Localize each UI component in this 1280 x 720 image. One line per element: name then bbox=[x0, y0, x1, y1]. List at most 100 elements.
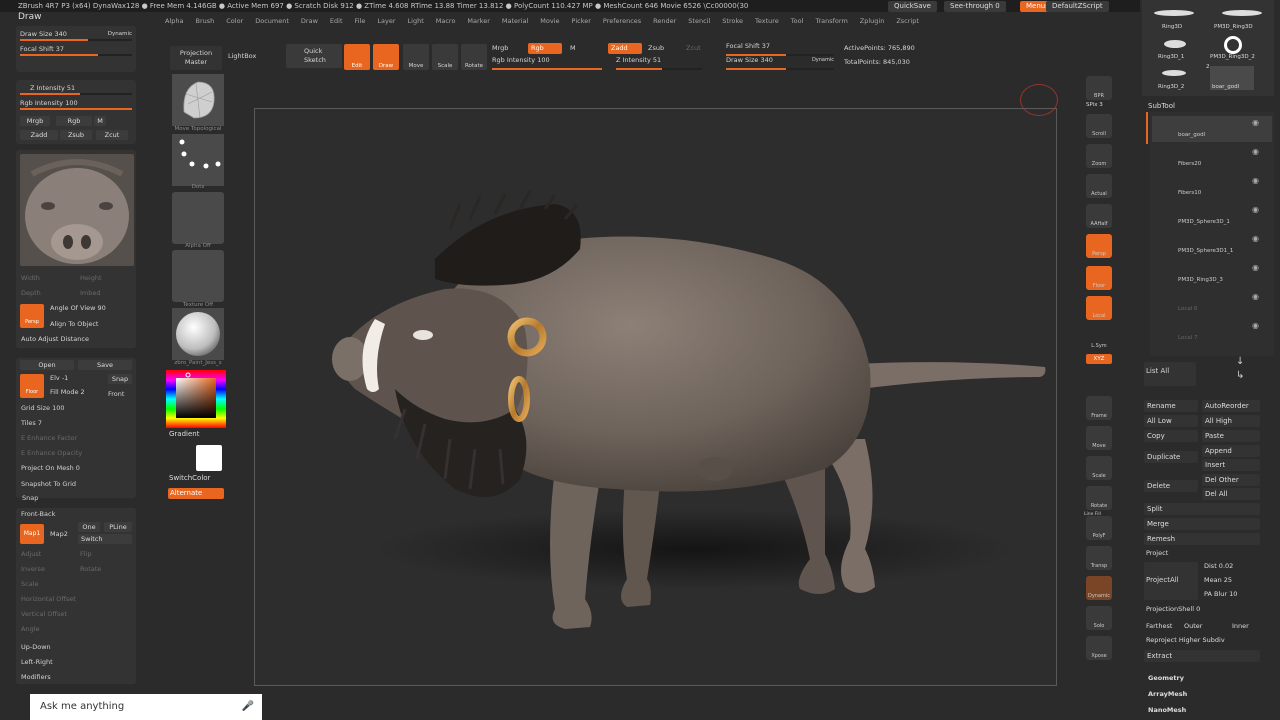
visibility-eye-icon[interactable]: ◉ bbox=[1252, 118, 1259, 127]
open-button[interactable]: Open bbox=[20, 360, 74, 370]
save-button[interactable]: Save bbox=[78, 360, 132, 370]
toolbar-mrgb-button[interactable]: Mrgb bbox=[492, 44, 508, 52]
project-on-mesh-slider[interactable]: Project On Mesh 0 bbox=[21, 462, 80, 474]
enhance-factor-slider[interactable]: E Enhance Factor bbox=[21, 432, 77, 444]
visibility-eye-icon[interactable]: ◉ bbox=[1252, 147, 1259, 156]
xyz-toggle[interactable]: XYZ bbox=[1086, 354, 1112, 364]
menu-brush[interactable]: Brush bbox=[195, 17, 214, 25]
draw-size-slider[interactable]: Draw Size 340 Dynamic bbox=[20, 29, 132, 41]
menu-tool[interactable]: Tool bbox=[791, 17, 804, 25]
vertical-offset-slider[interactable]: Vertical Offset bbox=[21, 608, 67, 620]
dist-slider[interactable]: Dist 0.02 bbox=[1204, 562, 1233, 570]
frame-button[interactable]: Frame bbox=[1086, 396, 1112, 420]
move-view-button[interactable]: Move bbox=[1086, 426, 1112, 450]
dynamic-button[interactable]: Dynamic bbox=[1086, 576, 1112, 600]
scale-slider[interactable]: Scale bbox=[21, 578, 39, 590]
autoreorder-button[interactable]: AutoReorder bbox=[1202, 400, 1260, 412]
spix-slider[interactable]: SPix 3 bbox=[1086, 102, 1103, 108]
visibility-eye-icon[interactable]: ◉ bbox=[1252, 176, 1259, 185]
visibility-eye-icon[interactable]: ◉ bbox=[1252, 263, 1259, 272]
rotate-button[interactable]: Rotate bbox=[80, 563, 101, 575]
ring3d-2-label[interactable]: Ring3D_2 bbox=[1158, 84, 1184, 90]
menu-file[interactable]: File bbox=[355, 17, 366, 25]
subtool-item[interactable]: boar_godl ◉ bbox=[1152, 116, 1272, 142]
menu-stroke[interactable]: Stroke bbox=[722, 17, 743, 25]
scale-button[interactable]: Scale bbox=[432, 44, 458, 70]
geometry-menu[interactable]: Geometry bbox=[1148, 674, 1184, 682]
boar-face-preview-image[interactable] bbox=[20, 154, 134, 266]
reproject-higher-subdiv-button[interactable]: Reproject Higher Subdiv bbox=[1146, 636, 1225, 644]
microphone-icon[interactable]: 🎤 bbox=[242, 694, 254, 720]
boar-godl-label[interactable]: boar_godl bbox=[1212, 84, 1239, 90]
map1-button[interactable]: Map1 bbox=[20, 524, 44, 544]
toolbar-rgb-intensity-slider[interactable]: Rgb Intensity 100 bbox=[492, 56, 602, 70]
toolbar-zcut-button[interactable]: Zcut bbox=[686, 44, 701, 52]
m-button[interactable]: M bbox=[94, 116, 106, 126]
menu-transform[interactable]: Transform bbox=[815, 17, 847, 25]
see-through-slider[interactable]: See-through 0 bbox=[944, 1, 1006, 12]
toolbar-focal-shift-slider[interactable]: Focal Shift 37 bbox=[726, 42, 834, 56]
split-button[interactable]: Split bbox=[1144, 503, 1260, 515]
subtool-item[interactable]: Fibers10 ◉ bbox=[1152, 174, 1272, 200]
rotate-view-button[interactable]: Rotate bbox=[1086, 486, 1112, 510]
bpr-button[interactable]: BPR bbox=[1086, 76, 1112, 100]
copy-button[interactable]: Copy bbox=[1144, 430, 1198, 442]
menu-movie[interactable]: Movie bbox=[540, 17, 559, 25]
cortana-search-box[interactable]: Ask me anything 🎤 bbox=[30, 694, 262, 720]
menu-macro[interactable]: Macro bbox=[436, 17, 456, 25]
secondary-color-swatch[interactable] bbox=[196, 445, 222, 471]
transp-button[interactable]: Transp bbox=[1086, 546, 1112, 570]
zoom-button[interactable]: Zoom bbox=[1086, 144, 1112, 168]
menu-color[interactable]: Color bbox=[226, 17, 243, 25]
subtool-item[interactable]: Local 6 ◉ bbox=[1152, 290, 1272, 316]
outer-button[interactable]: Outer bbox=[1184, 622, 1202, 630]
projectall-button[interactable]: ProjectAll bbox=[1144, 562, 1198, 600]
rotate-button[interactable]: Rotate bbox=[461, 44, 487, 70]
focal-shift-slider[interactable]: Focal Shift 37 bbox=[20, 44, 132, 56]
map2-button[interactable]: Map2 bbox=[50, 528, 68, 540]
subtool-item[interactable]: PM3D_Sphere3D1_1 ◉ bbox=[1152, 232, 1272, 258]
duplicate-button[interactable]: Duplicate bbox=[1144, 451, 1198, 463]
toolbar-draw-size-slider[interactable]: Draw Size 340 Dynamic bbox=[726, 56, 834, 70]
width-label[interactable]: Width bbox=[21, 272, 40, 284]
alternate-button[interactable]: Alternate bbox=[168, 488, 224, 499]
menu-layer[interactable]: Layer bbox=[377, 17, 395, 25]
menu-texture[interactable]: Texture bbox=[755, 17, 779, 25]
default-zscript-button[interactable]: DefaultZScript bbox=[1046, 1, 1109, 12]
all-high-button[interactable]: All High bbox=[1202, 415, 1260, 427]
mean-slider[interactable]: Mean 25 bbox=[1204, 576, 1232, 584]
pm3d-ring3d-label[interactable]: PM3D_Ring3D bbox=[1214, 24, 1253, 30]
delete-button[interactable]: Delete bbox=[1144, 480, 1198, 492]
front-back-title[interactable]: Front-Back bbox=[21, 508, 55, 520]
menu-edit[interactable]: Edit bbox=[330, 17, 343, 25]
snapshot-to-grid-button[interactable]: Snapshot To Grid bbox=[21, 478, 76, 490]
floor-toggle[interactable]: Floor bbox=[1086, 266, 1112, 290]
visibility-eye-icon[interactable]: ◉ bbox=[1252, 321, 1259, 330]
alpha-thumbnail[interactable] bbox=[172, 192, 224, 244]
arrow-down-icon[interactable]: ↓ bbox=[1236, 356, 1244, 367]
arraymesh-menu[interactable]: ArrayMesh bbox=[1148, 690, 1187, 698]
brush-thumbnail[interactable] bbox=[172, 74, 224, 126]
quick-sketch-button[interactable]: Quick Sketch bbox=[286, 44, 342, 68]
ring3d-2-thumb-icon[interactable] bbox=[1162, 70, 1186, 76]
pline-button[interactable]: PLine bbox=[104, 522, 132, 532]
local-toggle[interactable]: Local bbox=[1086, 296, 1112, 320]
switchcolor-button[interactable]: SwitchColor bbox=[169, 474, 210, 482]
farthest-button[interactable]: Farthest bbox=[1146, 622, 1172, 630]
depth-label[interactable]: Depth bbox=[21, 287, 41, 299]
menu-render[interactable]: Render bbox=[653, 17, 676, 25]
rgb-button[interactable]: Rgb bbox=[56, 116, 92, 126]
stroke-thumbnail[interactable] bbox=[172, 134, 224, 186]
projection-shell-slider[interactable]: ProjectionShell 0 bbox=[1146, 605, 1200, 613]
left-right-button[interactable]: Left-Right bbox=[21, 656, 53, 668]
lsym-button[interactable]: L.Sym bbox=[1086, 326, 1112, 350]
menu-picker[interactable]: Picker bbox=[572, 17, 591, 25]
pm3d-ring3d-2-thumb-icon[interactable] bbox=[1224, 36, 1242, 54]
lightbox-button[interactable]: LightBox bbox=[228, 52, 256, 60]
toolbar-rgb-button[interactable]: Rgb bbox=[528, 43, 562, 54]
auto-adjust-distance-button[interactable]: Auto Adjust Distance bbox=[21, 333, 89, 345]
persp-toggle[interactable]: Persp bbox=[1086, 234, 1112, 258]
zcut-button[interactable]: Zcut bbox=[96, 130, 128, 140]
menu-zplugin[interactable]: Zplugin bbox=[860, 17, 885, 25]
imbed-label[interactable]: Imbed bbox=[80, 287, 101, 299]
